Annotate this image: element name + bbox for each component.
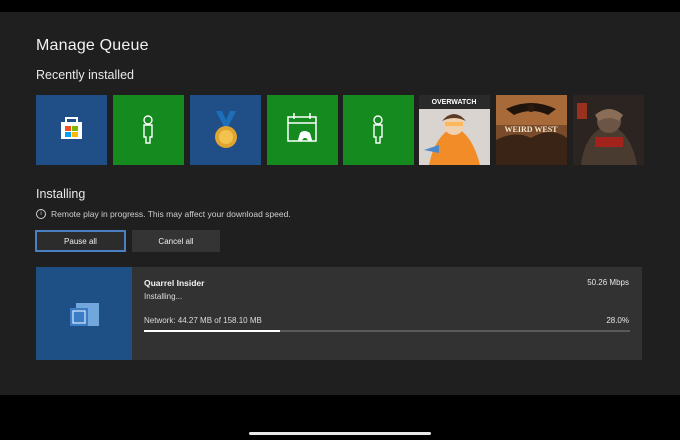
screen: Manage Queue Recently installed OVERWATC… xyxy=(0,12,680,395)
overwatch-art: OVERWATCH xyxy=(419,95,490,165)
medal-icon xyxy=(215,111,237,148)
remote-play-notice: i Remote play in progress. This may affe… xyxy=(36,209,291,219)
cancel-all-button[interactable]: Cancel all xyxy=(132,230,220,252)
tile-doom[interactable] xyxy=(573,95,644,165)
installing-heading: Installing xyxy=(36,187,86,201)
home-indicator[interactable] xyxy=(249,432,431,435)
download-speed: 50.26 Mbps xyxy=(587,278,629,287)
pause-all-button[interactable]: Pause all xyxy=(35,230,126,252)
progress-fill xyxy=(144,330,281,332)
doom-art xyxy=(573,95,644,165)
store-icon xyxy=(61,117,82,139)
notice-text: Remote play in progress. This may affect… xyxy=(51,209,291,219)
tile-achievements[interactable] xyxy=(190,95,261,165)
recently-installed-heading: Recently installed xyxy=(36,68,134,82)
avatar-icon xyxy=(143,115,153,144)
weird-west-art: WEIRD WEST xyxy=(496,95,567,165)
app-thumbnail xyxy=(36,267,132,360)
tile-weird-west[interactable]: WEIRD WEST xyxy=(496,95,567,165)
overwatch-logo-text: OVERWATCH xyxy=(432,99,477,106)
quarrel-app-icon xyxy=(70,303,99,326)
weird-west-logo-text: WEIRD WEST xyxy=(505,125,559,134)
tile-avatar-editor[interactable] xyxy=(343,95,414,165)
calendar-controller-icon xyxy=(287,113,317,142)
info-icon: i xyxy=(36,209,46,219)
item-status: Installing... xyxy=(144,292,183,301)
progress-percent: 28.0% xyxy=(606,316,629,325)
item-name: Quarrel Insider xyxy=(144,278,205,288)
install-queue-item[interactable]: Quarrel Insider Installing... 50.26 Mbps… xyxy=(36,267,642,360)
progress-bar xyxy=(144,330,630,332)
tile-avatar[interactable] xyxy=(113,95,184,165)
avatar-icon xyxy=(373,115,383,144)
tile-microsoft-store[interactable] xyxy=(36,95,107,165)
tile-overwatch[interactable]: OVERWATCH xyxy=(419,95,490,165)
page-title: Manage Queue xyxy=(36,37,149,54)
network-progress-text: Network: 44.27 MB of 158.10 MB xyxy=(144,316,262,325)
tile-events[interactable] xyxy=(267,95,338,165)
